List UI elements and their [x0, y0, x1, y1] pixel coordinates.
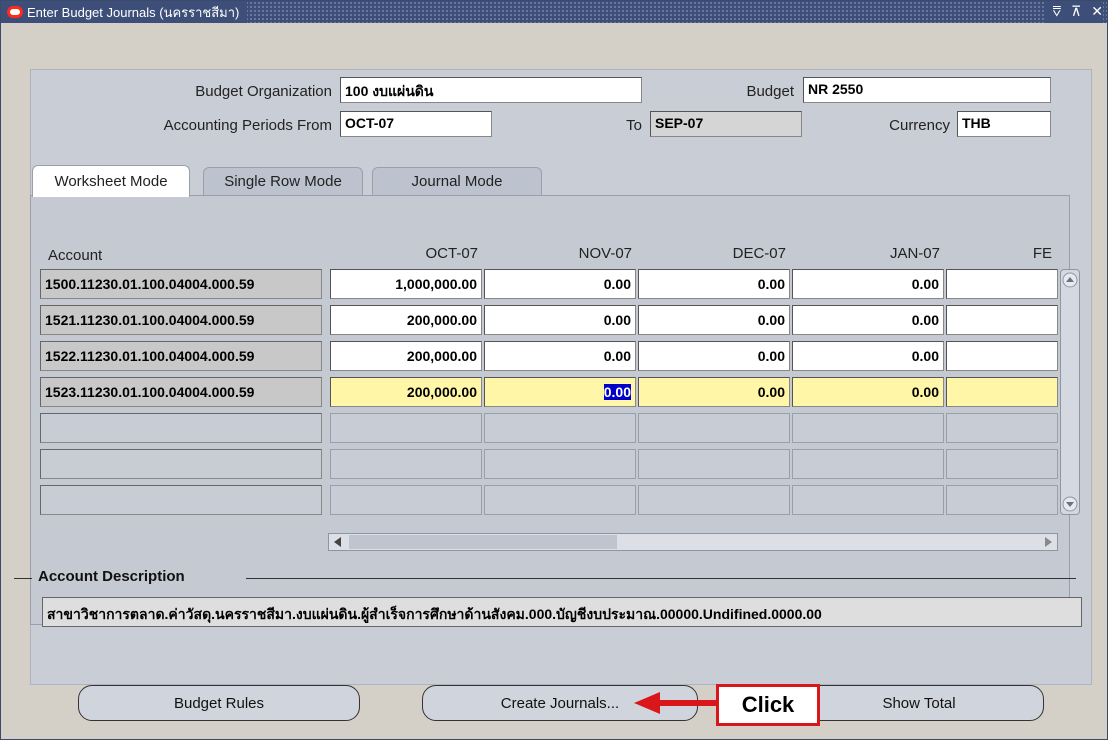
amount-cell-empty[interactable] — [330, 485, 482, 515]
amount-cell-empty[interactable] — [484, 413, 636, 443]
amount-cell[interactable]: 0.00 — [638, 377, 790, 407]
scroll-left-icon[interactable] — [329, 534, 347, 550]
amount-cell[interactable]: 0.00 — [484, 305, 636, 335]
amount-cell-empty[interactable] — [330, 449, 482, 479]
amount-cell-empty[interactable] — [638, 449, 790, 479]
callout-arrow-icon — [634, 692, 720, 714]
account-cell-empty[interactable] — [40, 413, 322, 443]
periods-to-field[interactable]: SEP-07 — [650, 111, 802, 137]
budget-label: Budget — [746, 83, 794, 100]
column-header-nov: NOV-07 — [578, 245, 632, 262]
selected-text: 0.00 — [603, 384, 631, 400]
account-cell[interactable]: 1500.11230.01.100.04004.000.59 — [40, 269, 322, 299]
window-title: Enter Budget Journals (นครราชสีมา) — [27, 4, 240, 20]
tab-single-row-mode[interactable]: Single Row Mode — [203, 167, 363, 195]
amount-cell[interactable]: 200,000.00 — [330, 341, 482, 371]
divider — [246, 578, 1076, 579]
amount-cell[interactable]: 0.00 — [792, 341, 944, 371]
amount-cell[interactable]: 1,000,000.00 — [330, 269, 482, 299]
account-description-field[interactable]: สาขาวิชาการตลาด.ค่าวัสดุ.นครราชสีมา.งบแผ… — [42, 597, 1082, 627]
amount-cell-empty[interactable] — [792, 413, 944, 443]
account-cell[interactable]: 1522.11230.01.100.04004.000.59 — [40, 341, 322, 371]
account-description-legend: Account Description — [38, 568, 185, 585]
currency-field[interactable]: THB — [957, 111, 1051, 137]
app-window: Enter Budget Journals (นครราชสีมา) ⩢ ⊼ ✕… — [0, 0, 1108, 740]
budget-organization-label: Budget Organization — [195, 83, 332, 100]
amount-cell[interactable] — [946, 305, 1058, 335]
close-icon[interactable]: ✕ — [1091, 4, 1103, 20]
amount-cell-selected[interactable]: 0.00 — [484, 377, 636, 407]
account-cell[interactable]: 1523.11230.01.100.04004.000.59 — [40, 377, 322, 407]
account-cell[interactable]: 1521.11230.01.100.04004.000.59 — [40, 305, 322, 335]
scrollbar-arrows-icon — [1062, 272, 1078, 512]
amount-cell[interactable]: 0.00 — [638, 269, 790, 299]
amount-cell-empty[interactable] — [330, 413, 482, 443]
amount-cell[interactable]: 200,000.00 — [330, 377, 482, 407]
budget-organization-field[interactable]: 100 งบแผ่นดิน — [340, 77, 642, 103]
amount-cell[interactable]: 0.00 — [484, 341, 636, 371]
amount-cell[interactable]: 0.00 — [638, 341, 790, 371]
amount-cell[interactable]: 0.00 — [484, 269, 636, 299]
amount-cell-empty[interactable] — [946, 449, 1058, 479]
amount-cell-empty[interactable] — [792, 449, 944, 479]
divider — [14, 578, 32, 579]
periods-to-label: To — [626, 117, 642, 134]
account-cell-empty[interactable] — [40, 449, 322, 479]
window-content: Budget Organization 100 งบแผ่นดิน Budget… — [2, 23, 1106, 739]
oracle-logo-icon — [7, 6, 23, 18]
periods-from-field[interactable]: OCT-07 — [340, 111, 492, 137]
vertical-scrollbar[interactable] — [1060, 269, 1080, 515]
title-bar: Enter Budget Journals (นครราชสีมา) ⩢ ⊼ ✕ — [1, 1, 1107, 23]
currency-label: Currency — [889, 117, 950, 134]
column-header-dec: DEC-07 — [732, 245, 786, 262]
tab-worksheet-mode[interactable]: Worksheet Mode — [32, 165, 190, 197]
amount-cell-empty[interactable] — [484, 449, 636, 479]
amount-cell-empty[interactable] — [946, 413, 1058, 443]
scroll-right-icon[interactable] — [1039, 534, 1057, 550]
horizontal-scroll-thumb[interactable] — [349, 535, 617, 549]
amount-cell-empty[interactable] — [638, 413, 790, 443]
amount-cell-empty[interactable] — [484, 485, 636, 515]
amount-cell[interactable] — [946, 269, 1058, 299]
amount-cell-empty[interactable] — [638, 485, 790, 515]
amount-cell-empty[interactable] — [792, 485, 944, 515]
show-total-button[interactable]: Show Total — [794, 685, 1044, 721]
minimize-icon[interactable]: ⩢ — [1053, 4, 1062, 20]
click-callout: Click — [716, 684, 820, 726]
amount-cell[interactable]: 0.00 — [792, 377, 944, 407]
amount-cell[interactable]: 0.00 — [792, 269, 944, 299]
periods-from-label: Accounting Periods From — [163, 117, 332, 134]
amount-cell[interactable]: 0.00 — [792, 305, 944, 335]
amount-cell[interactable]: 0.00 — [638, 305, 790, 335]
amount-cell[interactable]: 200,000.00 — [330, 305, 482, 335]
horizontal-scrollbar[interactable] — [328, 533, 1058, 551]
amount-cell[interactable] — [946, 341, 1058, 371]
amount-cell[interactable] — [946, 377, 1058, 407]
amount-cell-empty[interactable] — [946, 485, 1058, 515]
tab-journal-mode[interactable]: Journal Mode — [372, 167, 542, 195]
column-header-oct: OCT-07 — [425, 245, 478, 262]
account-cell-empty[interactable] — [40, 485, 322, 515]
column-header-feb: FE — [1032, 245, 1052, 262]
column-header-jan: JAN-07 — [889, 245, 940, 262]
budget-field[interactable]: NR 2550 — [803, 77, 1051, 103]
account-column-header: Account — [48, 247, 103, 264]
budget-rules-button[interactable]: Budget Rules — [78, 685, 360, 721]
maximize-icon[interactable]: ⊼ — [1071, 4, 1081, 20]
